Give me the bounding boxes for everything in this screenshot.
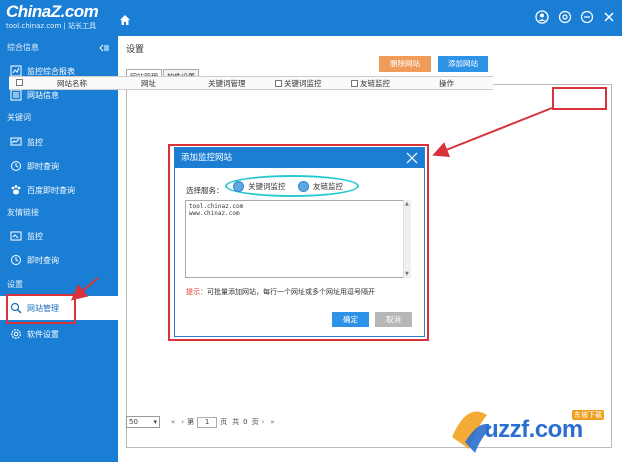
table-header: 网站名称 网址 关键词管理 关键词监控 友链监控 操作 (9, 76, 493, 90)
column-label: 友链监控 (360, 79, 390, 88)
sidebar-item-label: 软件设置 (27, 329, 59, 339)
sidebar-item-link-instant[interactable]: 即时查询 (0, 249, 118, 271)
annotation-add-button-box (552, 87, 607, 110)
sidebar-item-baidu-instant[interactable]: 百度即时查询 (0, 179, 118, 201)
baidu-paw-icon (11, 185, 21, 195)
total-pages: 0 (243, 418, 248, 426)
gear-icon (11, 329, 21, 339)
sidebar-group-overview: 综合信息 (7, 43, 39, 52)
checkbox-box[interactable] (275, 80, 282, 87)
column-keyword-monitor[interactable]: 关键词监控 (275, 78, 322, 89)
sidebar-item-keyword-instant[interactable]: 即时查询 (0, 155, 118, 177)
column-url: 网址 (141, 79, 156, 88)
last-page-button[interactable]: » (270, 418, 274, 426)
column-site-name: 网站名称 (57, 79, 87, 88)
page-title: 设置 (126, 45, 145, 55)
watermark-text: uzzf.com (484, 416, 583, 443)
checkbox-box[interactable] (16, 79, 23, 86)
sidebar-item-label: 监控 (27, 231, 43, 241)
checkbox-box[interactable] (351, 80, 358, 87)
annotation-dialog-box (168, 144, 429, 341)
sidebar-group-friendlinks: 友情链接 (7, 208, 39, 217)
next-page-button[interactable]: › (262, 418, 265, 426)
prev-page-button[interactable]: ‹ (181, 418, 184, 426)
page-number-input[interactable]: 1 (197, 416, 218, 428)
site-info-icon (10, 89, 22, 101)
home-icon[interactable] (119, 14, 131, 26)
sidebar-item-label: 网站信息 (27, 90, 59, 100)
sidebar-item-label: 百度即时查询 (27, 185, 75, 195)
sidebar-item-label: 即时查询 (27, 255, 59, 265)
column-keyword-manage: 关键词管理 (208, 79, 246, 88)
sidebar-item-label: 监控 (27, 137, 43, 147)
total-prefix: 共 (232, 418, 240, 426)
column-actions: 操作 (439, 79, 454, 88)
total-suffix: 页 (251, 418, 259, 426)
sidebar-group-settings: 设置 (7, 280, 23, 289)
instant-query-icon (11, 161, 21, 171)
monitor-icon (10, 137, 22, 146)
minimize-icon[interactable] (580, 10, 594, 24)
delete-site-button[interactable]: 删除网站 (379, 56, 431, 72)
close-icon[interactable] (602, 10, 616, 24)
settings-icon[interactable] (558, 10, 572, 24)
sidebar-item-label: 即时查询 (27, 161, 59, 171)
sidebar-item-link-monitor[interactable]: 监控 (0, 225, 118, 247)
watermark-badge: 东坡下载 (572, 410, 604, 420)
monitor-icon (10, 231, 22, 241)
select-all-checkbox[interactable] (16, 78, 25, 87)
sidebar-item-keyword-monitor[interactable]: 监控 (0, 131, 118, 153)
app-logo: ChinaZ.com tool.chinaz.com | 站长工具 (6, 2, 99, 31)
first-page-button[interactable]: « (171, 418, 175, 426)
sidebar-group-keywords: 关键词 (7, 113, 31, 122)
instant-query-icon (11, 255, 21, 265)
pagination: 50 « ‹ 第 1 页 共 0 页 › » (126, 415, 278, 429)
user-icon[interactable] (535, 10, 549, 24)
title-bar: ChinaZ.com tool.chinaz.com | 站长工具 (0, 0, 622, 36)
collapse-sidebar-icon[interactable] (99, 44, 109, 52)
brand-subtitle: tool.chinaz.com | 站长工具 (6, 22, 97, 30)
column-label: 关键词监控 (284, 79, 322, 88)
brand-name: ChinaZ.com (6, 2, 99, 21)
page-suffix: 页 (220, 418, 228, 426)
add-site-button[interactable]: 添加网站 (438, 56, 488, 72)
column-link-monitor[interactable]: 友链监控 (351, 78, 390, 89)
sidebar-item-label: 监控综合报表 (27, 66, 75, 76)
annotation-sidebar-box (6, 294, 76, 324)
sidebar: 综合信息 监控综合报表 网站信息 关键词 监控 即时查询 百度即时查询 友情链接… (0, 36, 118, 462)
page-prefix: 第 (187, 418, 195, 426)
page-size-select[interactable]: 50 (126, 416, 160, 428)
sidebar-item-software-settings[interactable]: 软件设置 (0, 323, 118, 345)
